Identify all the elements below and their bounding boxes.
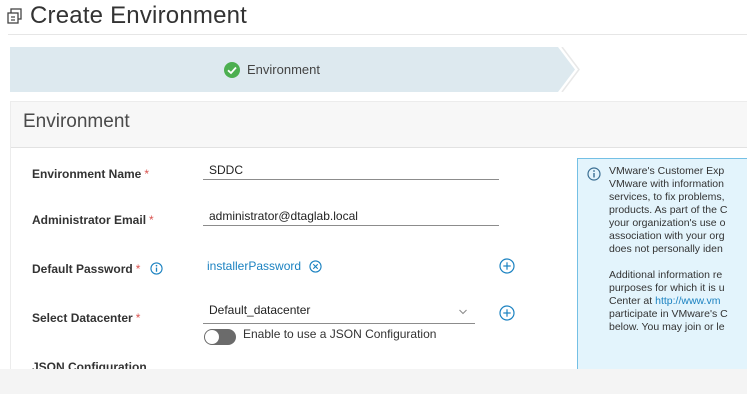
chevron-down-icon[interactable] (458, 307, 468, 317)
close-circle-icon[interactable] (309, 259, 322, 273)
default-password-chip[interactable]: installerPassword (207, 259, 322, 273)
page-title: Create Environment (30, 2, 248, 29)
required-marker: * (135, 311, 141, 325)
step-label: Environment (247, 62, 320, 77)
admin-email-label: Administrator Email * (32, 213, 154, 227)
add-password-button[interactable] (499, 258, 515, 274)
wizard-stepper: Environment (10, 47, 747, 92)
environment-name-label: Environment Name * (32, 167, 150, 181)
ceip-link[interactable]: http://www.vm (655, 295, 720, 307)
footer-band (0, 369, 747, 394)
datacenter-label: Select Datacenter * (32, 311, 141, 325)
step-environment-label-group: Environment (224, 47, 320, 92)
default-password-label: Default Password * (32, 262, 163, 276)
toggle-knob (205, 330, 219, 344)
required-marker: * (144, 167, 150, 181)
ceip-info-box: VMware's Customer Exp VMware with inform… (577, 158, 747, 370)
title-divider (8, 34, 747, 35)
section-title: Environment (23, 111, 130, 132)
required-marker: * (135, 262, 141, 276)
check-circle-icon (224, 61, 240, 78)
json-config-toggle-text: Enable to use a JSON Configuration (243, 327, 437, 341)
info-circle-icon (587, 167, 601, 181)
environment-name-input[interactable] (203, 160, 499, 180)
required-marker: * (149, 213, 154, 227)
ceip-info-text: VMware's Customer Exp VMware with inform… (609, 165, 728, 333)
json-config-toggle[interactable] (204, 329, 236, 345)
title-bar: Create Environment (0, 0, 747, 35)
admin-email-input[interactable] (203, 206, 499, 226)
password-reference-link[interactable]: installerPassword (207, 259, 301, 273)
section-header: Environment (11, 102, 747, 148)
info-circle-icon[interactable] (150, 262, 163, 275)
add-datacenter-button[interactable] (499, 305, 515, 321)
copy-icon (7, 8, 22, 24)
datacenter-select[interactable]: Default_datacenter (203, 303, 475, 324)
